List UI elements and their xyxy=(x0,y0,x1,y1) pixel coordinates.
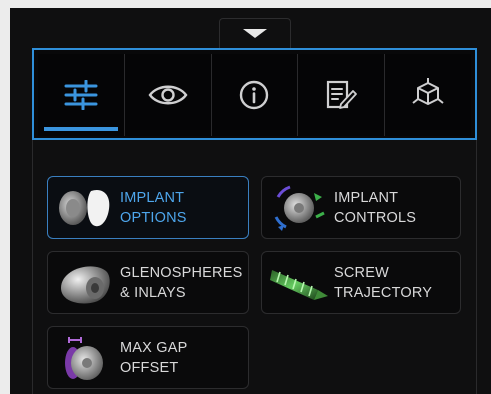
tab-notes[interactable] xyxy=(298,54,386,136)
collapse-panel-handle[interactable] xyxy=(219,18,291,52)
implant-controls-button[interactable]: IMPLANT CONTROLS xyxy=(261,176,461,239)
chevron-down-icon xyxy=(243,29,267,38)
eye-icon xyxy=(148,85,188,105)
tab-visibility[interactable] xyxy=(124,54,212,136)
glenospheres-inlays-label: GLENOSPHERES & INLAYS xyxy=(120,264,243,301)
implant-controls-label: IMPLANT CONTROLS xyxy=(334,189,417,226)
screw-trajectory-label: SCREW TRAJECTORY xyxy=(334,264,433,301)
implant-controls-thumbnail xyxy=(268,180,330,236)
max-gap-offset-thumbnail xyxy=(54,330,116,386)
screw-trajectory-button[interactable]: SCREW TRAJECTORY xyxy=(261,251,461,314)
glenospheres-inlays-button[interactable]: GLENOSPHERES & INLAYS xyxy=(47,251,249,314)
info-icon xyxy=(240,80,269,110)
3d-cube-icon xyxy=(412,78,444,105)
tab-implant-settings[interactable] xyxy=(38,54,125,136)
toolbar-tabs xyxy=(32,48,477,140)
notes-edit-icon xyxy=(327,80,358,109)
tab-3d-view[interactable] xyxy=(385,54,471,136)
sliders-icon xyxy=(64,80,98,110)
max-gap-offset-button[interactable]: MAX GAP OFFSET xyxy=(47,326,249,389)
max-gap-offset-label: MAX GAP OFFSET xyxy=(120,339,188,376)
tab-info[interactable] xyxy=(211,54,299,136)
implant-options-label: IMPLANT OPTIONS xyxy=(120,189,187,226)
implant-options-button[interactable]: IMPLANT OPTIONS xyxy=(47,176,249,239)
glenosphere-thumbnail xyxy=(54,255,116,311)
screw-trajectory-thumbnail xyxy=(268,255,330,311)
implant-options-thumbnail xyxy=(54,180,116,236)
